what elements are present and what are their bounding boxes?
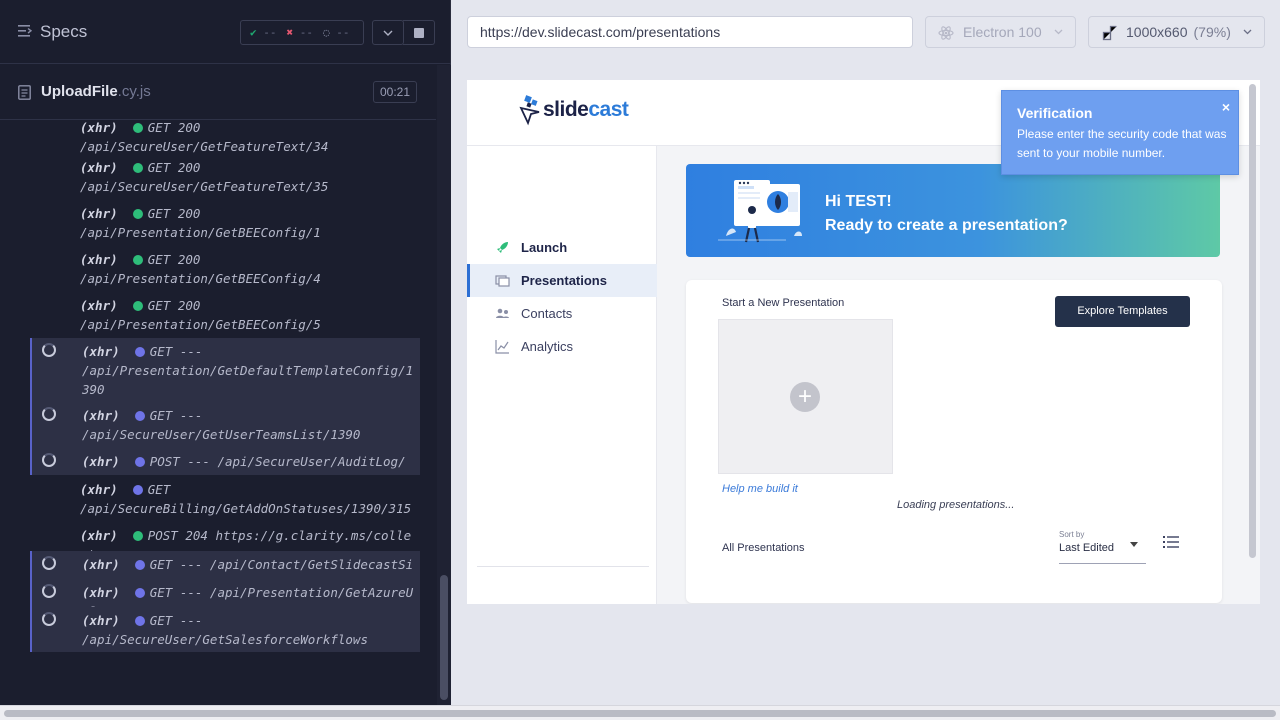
list-view-icon[interactable]: [1163, 536, 1179, 548]
app-scrollbar[interactable]: [1249, 84, 1256, 558]
log-entry-pending[interactable]: (xhr) POST --- /api/SecureUser/AuditLog/: [30, 448, 420, 475]
rocket-icon: [497, 242, 508, 253]
viewport-scale: (79%): [1193, 24, 1231, 40]
sidebar-divider: [477, 566, 649, 567]
logo-text: slidecast: [543, 98, 629, 121]
pending-stat: ◌ --: [323, 26, 350, 39]
verification-toast: Verification × Please enter the security…: [1001, 90, 1239, 175]
nav-item-launch[interactable]: Launch: [467, 231, 657, 264]
toast-title: Verification: [1017, 105, 1093, 121]
horizontal-scrollbar[interactable]: [0, 705, 1280, 720]
check-icon: ✔: [250, 26, 257, 39]
test-runner-panel: Specs ✔ -- ✖ -- ◌ -- UploadFile.cy.js 00…: [0, 0, 451, 705]
log-entry[interactable]: (xhr) POST 204 https://g.clarity.ms/coll…: [30, 526, 420, 562]
start-new-label: Start a New Presentation: [722, 297, 845, 309]
browser-label: Electron 100: [963, 24, 1042, 40]
banner-greeting: Hi TEST! Ready to create a presentation?: [825, 193, 1068, 234]
welcome-banner: Hi TEST! Ready to create a presentation?: [686, 164, 1220, 257]
chevron-down-icon: [383, 30, 393, 36]
spinner-icon: [42, 453, 56, 467]
close-icon[interactable]: ×: [1222, 99, 1230, 115]
dropdown-arrow-icon: [1130, 542, 1138, 547]
log-entry-pending[interactable]: (xhr) GET --- /api/Presentation/GetDefau…: [30, 338, 420, 402]
stop-button[interactable]: [403, 20, 435, 45]
ruler-icon: [1102, 25, 1117, 41]
people-icon: [496, 308, 509, 318]
nav-item-contacts[interactable]: Contacts: [467, 297, 657, 330]
log-entry[interactable]: (xhr) GET 200 /api/Presentation/GetBEECo…: [30, 250, 420, 294]
sort-select[interactable]: Sort by Last Edited: [1059, 530, 1146, 564]
file-icon: [18, 85, 31, 100]
log-entry[interactable]: (xhr) GET 200 /api/SecureUser/GetFeature…: [30, 120, 420, 162]
spinner-icon: [42, 407, 56, 421]
all-presentations-label: All Presentations: [722, 542, 805, 554]
url-field[interactable]: https://dev.slidecast.com/presentations: [467, 16, 913, 48]
slidecast-logo[interactable]: slidecast: [519, 92, 629, 128]
spec-header: UploadFile.cy.js 00:21: [0, 65, 436, 120]
failed-stat: ✖ --: [286, 26, 314, 39]
spinner-icon: ◌: [323, 26, 330, 39]
browser-select[interactable]: Electron 100: [925, 16, 1076, 48]
chevron-down-icon: [1243, 29, 1252, 35]
log-entry-pending[interactable]: (xhr) GET --- /api/SecureUser/GetSalesfo…: [30, 607, 420, 652]
specs-title[interactable]: Specs: [40, 22, 87, 42]
test-stats: ✔ -- ✖ -- ◌ --: [240, 20, 364, 45]
spec-file-name[interactable]: UploadFile.cy.js: [41, 83, 151, 100]
app-sidebar: Launch Presentations Contacts Analytics: [467, 146, 657, 604]
log-entry-pending[interactable]: (xhr) GET --- /api/Contact/GetSlidecastS…: [30, 551, 420, 591]
command-log: (xhr) GET 200 /api/SecureUser/GetFeature…: [0, 120, 436, 660]
plus-icon[interactable]: +: [790, 382, 820, 412]
loading-status: Loading presentations...: [897, 499, 1015, 511]
horizontal-scrollbar-thumb[interactable]: [4, 710, 1276, 717]
log-entry[interactable]: (xhr) GET 200 /api/Presentation/GetBEECo…: [30, 296, 420, 340]
chart-icon: [495, 340, 509, 354]
nav-item-analytics[interactable]: Analytics: [467, 330, 657, 363]
chevron-down-icon: [1054, 29, 1063, 35]
log-entry[interactable]: (xhr) GET 200 /api/SecureUser/GetFeature…: [30, 158, 420, 202]
spinner-icon: [42, 612, 56, 626]
log-entry-pending[interactable]: (xhr) GET --- /api/Presentation/GetAzure…: [30, 579, 420, 619]
slides-icon: [495, 275, 510, 287]
log-entry-pending[interactable]: (xhr) GET --- /api/SecureUser/GetUserTea…: [30, 402, 420, 448]
spinner-icon: [42, 556, 56, 570]
log-entry[interactable]: (xhr) GET /api/SecureBilling/GetAddOnSta…: [30, 480, 420, 524]
passed-stat: ✔ --: [250, 26, 277, 39]
sort-value: Last Edited: [1059, 542, 1115, 554]
spec-duration: 00:21: [373, 81, 418, 103]
expand-button[interactable]: [372, 20, 404, 45]
electron-icon: [938, 26, 954, 40]
viewport-select[interactable]: 1000x660 (79%): [1088, 16, 1265, 48]
sort-label: Sort by: [1059, 530, 1085, 539]
toast-message: Please enter the security code that was …: [1017, 127, 1227, 160]
spinner-icon: [42, 584, 56, 598]
viewport-size: 1000x660: [1126, 24, 1188, 40]
help-me-build-link[interactable]: Help me build it: [722, 483, 798, 495]
logo-mark-icon: [519, 95, 540, 126]
explore-templates-button[interactable]: Explore Templates: [1055, 296, 1190, 327]
presentation-illustration: [718, 180, 802, 243]
new-presentation-tile[interactable]: +: [718, 319, 893, 474]
spinner-icon: [42, 343, 56, 357]
menu-icon[interactable]: [18, 25, 32, 37]
runner-scrollbar-thumb[interactable]: [440, 575, 448, 700]
cross-icon: ✖: [286, 26, 294, 39]
log-entry[interactable]: (xhr) GET 200 /api/Presentation/GetBEECo…: [30, 204, 420, 248]
specs-bar: Specs ✔ -- ✖ -- ◌ --: [0, 0, 451, 64]
stop-icon: [413, 27, 424, 38]
nav-item-presentations[interactable]: Presentations: [467, 264, 657, 297]
presentations-card: Start a New Presentation Explore Templat…: [686, 280, 1222, 603]
